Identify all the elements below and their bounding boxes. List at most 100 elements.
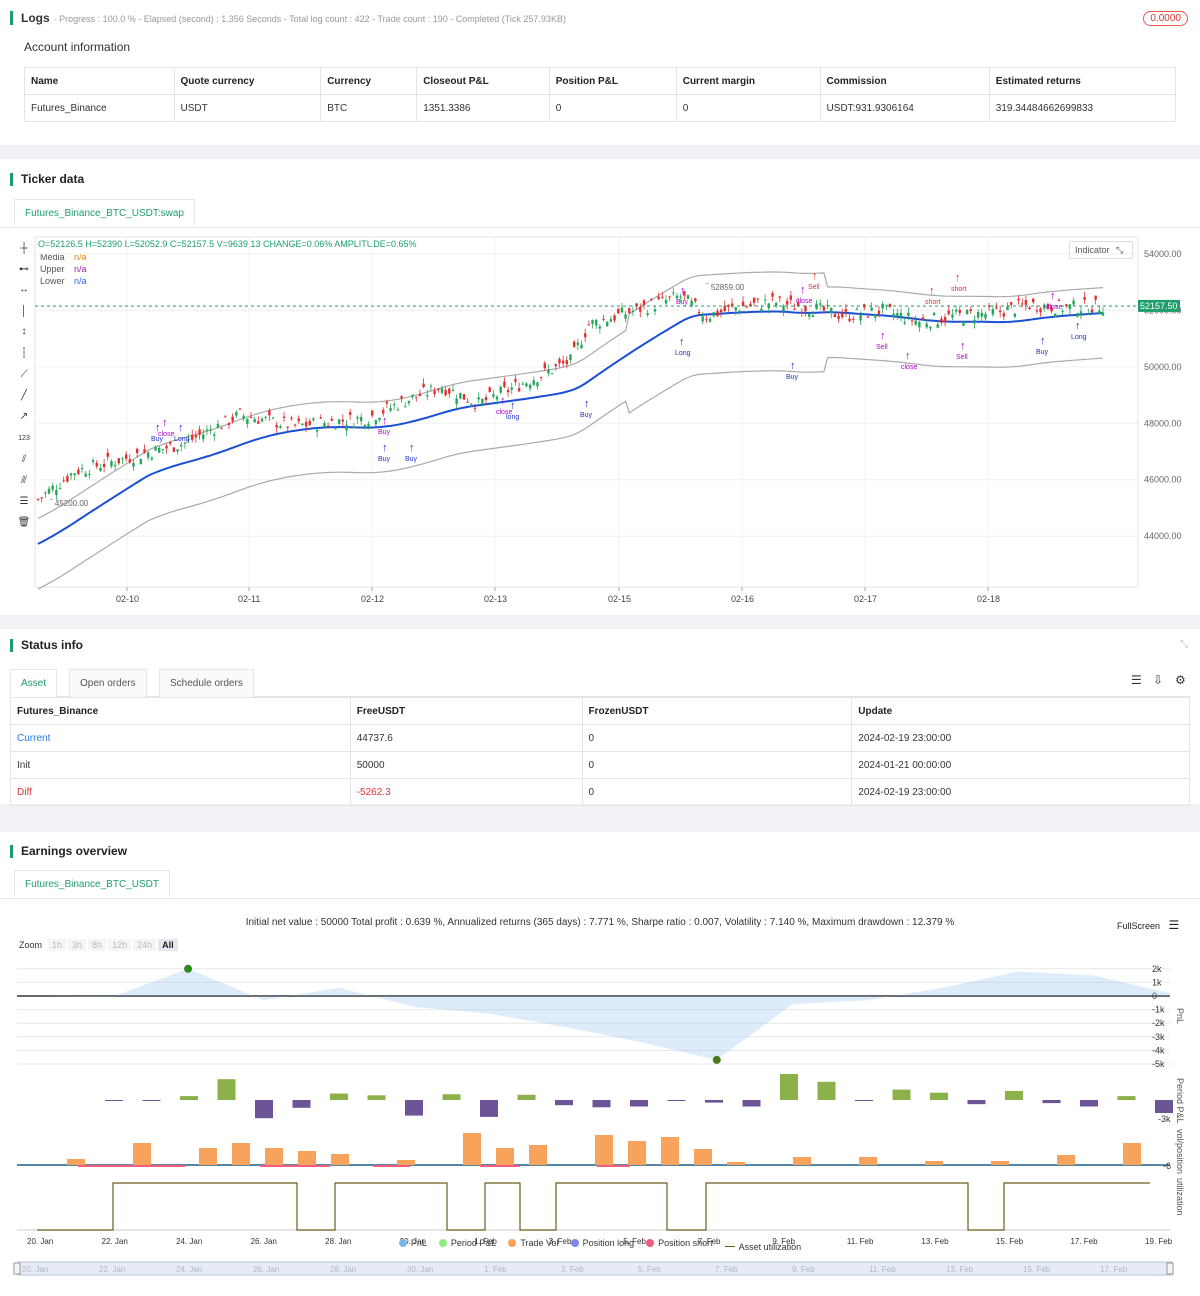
pnl-tick-label: -3k <box>1152 1032 1165 1042</box>
candle-body <box>176 449 179 452</box>
position-short-bar <box>480 1165 520 1167</box>
candle-body <box>341 419 345 422</box>
trade-arrow-icon: ↑ <box>929 285 935 297</box>
candle-body <box>462 394 466 400</box>
candle-body <box>319 417 322 419</box>
legend-label: Position short <box>658 1238 713 1248</box>
asset-cell: 0 <box>581 724 853 752</box>
candle-body <box>481 398 484 405</box>
asset-cell: Current <box>10 724 351 752</box>
candle-body <box>477 397 480 400</box>
candle-body <box>969 309 972 312</box>
candle-body <box>433 390 436 395</box>
candle-body <box>1090 309 1094 313</box>
candle-body <box>209 429 212 431</box>
period-pnl-bar <box>592 1100 611 1108</box>
candle-body <box>73 473 76 476</box>
earnings-legend: PnL Period P&L Trade Vol Position long Posit… <box>0 1238 1200 1252</box>
trade-arrow-icon: ↑ <box>1050 290 1056 302</box>
candle-body <box>991 309 995 315</box>
candle-body <box>565 360 569 365</box>
y-tick-label: 48000.00 <box>1144 418 1182 428</box>
candle-body <box>1094 295 1097 300</box>
trade-label: short <box>951 286 967 293</box>
candle-body <box>382 409 385 414</box>
candle-body <box>308 421 311 426</box>
candle-body <box>782 305 785 312</box>
candle-body <box>756 298 759 300</box>
legend-item[interactable]: PnL <box>398 1238 427 1248</box>
earnings-chart[interactable]: 2k1k0-1k-2k-3k-4k-5kPnLPeriod P&Lvol/pos… <box>0 832 1200 1296</box>
trade-vol-bar <box>331 1154 349 1165</box>
period-pnl-bar <box>967 1100 986 1105</box>
legend-item[interactable]: Position short <box>646 1238 713 1248</box>
candle-body <box>595 319 598 326</box>
candle-body <box>631 310 635 312</box>
candle-body <box>870 307 873 311</box>
tab-open-orders[interactable]: Open orders <box>69 669 147 697</box>
account-col-header: Position P&L <box>548 67 677 95</box>
candle-body <box>635 303 638 306</box>
candle-body <box>664 299 668 304</box>
navigator-tick-label: 3. Feb <box>561 1265 584 1274</box>
candle-body <box>602 319 605 321</box>
candle-body <box>954 309 958 312</box>
kline-chart[interactable]: 54000.0052000.0050000.0048000.0046000.00… <box>0 159 1200 615</box>
candle-body <box>473 407 477 409</box>
collapse-icon[interactable]: ⤡ <box>1180 639 1188 650</box>
candle-body <box>778 296 782 298</box>
trade-arrow-icon: ↑ <box>178 422 184 434</box>
trade-label: Sell <box>956 354 968 361</box>
candle-body <box>180 444 183 447</box>
upper-band-line <box>37 271 1104 520</box>
candle-body <box>503 381 506 388</box>
trade-vol-bar <box>694 1149 712 1165</box>
candle-body <box>393 404 396 406</box>
candle-body <box>642 300 646 306</box>
candle-body <box>951 314 954 318</box>
tab-asset[interactable]: Asset <box>10 669 58 697</box>
candle-body <box>719 309 723 313</box>
candle-body <box>958 309 961 313</box>
legend-item[interactable]: Trade Vol <box>508 1238 559 1248</box>
candle-body <box>91 460 95 463</box>
candle-body <box>697 312 701 314</box>
candle-body <box>418 393 422 397</box>
candle-body <box>907 312 910 316</box>
axis-title: utilization <box>1175 1178 1185 1216</box>
candle-body <box>793 308 796 310</box>
candle-body <box>345 424 348 431</box>
candle-body <box>1079 311 1083 314</box>
download-icon[interactable]: ⇩ <box>1153 673 1163 687</box>
trade-vol-bar <box>925 1161 943 1165</box>
candle-body <box>121 457 124 459</box>
asset-cell: 50000 <box>349 751 583 779</box>
period-tick: -3k <box>1158 1114 1171 1124</box>
period-pnl-bar <box>630 1100 648 1107</box>
candle-body <box>1002 313 1006 317</box>
account-cell: 319.34484662699833 <box>988 94 1177 122</box>
legend-item[interactable]: Asset utilization <box>724 1242 801 1252</box>
legend-item[interactable]: Position long <box>570 1238 634 1248</box>
period-pnl-bar <box>1042 1100 1061 1104</box>
tab-schedule-orders[interactable]: Schedule orders <box>159 669 254 697</box>
candle-body <box>132 462 135 467</box>
account-col-header: Quote currency <box>173 67 322 95</box>
trade-label: Long <box>174 436 190 443</box>
legend-item[interactable]: Period P&L <box>438 1238 496 1248</box>
candle-body <box>444 389 447 396</box>
trade-arrow-icon: ↑ <box>960 340 966 352</box>
settings-icon[interactable]: ⚙ <box>1175 673 1186 687</box>
logs-badge[interactable]: 0.0000 <box>1143 11 1188 26</box>
trade-vol-bar <box>298 1151 316 1165</box>
pnl-tick-label: -4k <box>1152 1045 1165 1055</box>
list-icon[interactable]: ☰ <box>1131 673 1142 687</box>
candle-body <box>404 406 407 408</box>
candle-body <box>785 300 789 305</box>
candle-body <box>275 424 278 428</box>
candle-body <box>1076 313 1079 317</box>
ticker-panel: Ticker data Futures_Binance_BTC_USDT:swa… <box>0 159 1200 615</box>
position-short-bar <box>373 1165 410 1167</box>
candle-body <box>550 373 554 375</box>
period-pnl-bar <box>892 1089 911 1100</box>
